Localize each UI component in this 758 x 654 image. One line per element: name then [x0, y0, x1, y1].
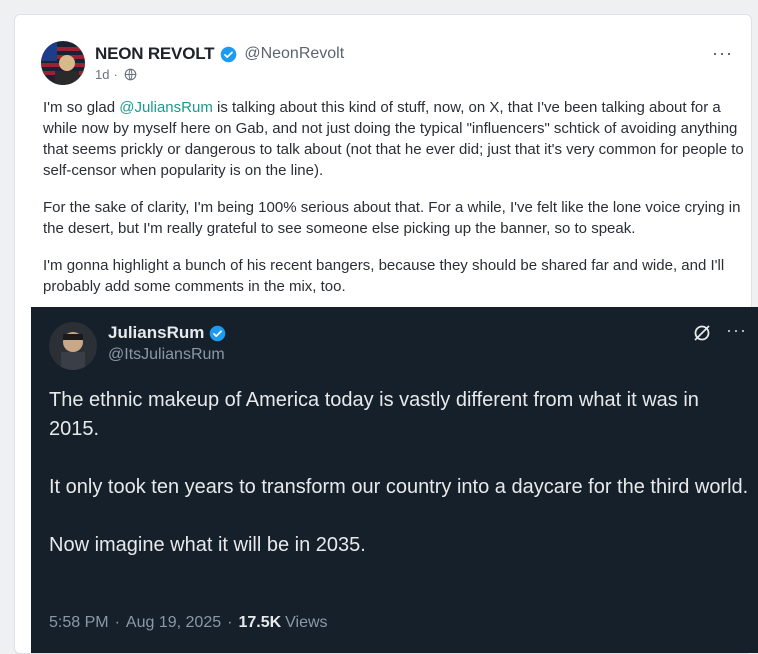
post-paragraph: For the sake of clarity, I'm being 100% …	[43, 199, 741, 237]
embed-views-count: 17.5K	[238, 614, 282, 631]
author-handle[interactable]: @NeonRevolt	[244, 45, 344, 63]
mention-link[interactable]: @JuliansRum	[119, 99, 213, 116]
verified-badge-icon	[221, 46, 237, 62]
embed-paragraph: It only took ten years to transform our …	[49, 476, 749, 498]
grok-icon	[694, 325, 710, 341]
post-paragraph: I'm gonna highlight a bunch of his recen…	[43, 257, 725, 295]
more-options-icon: ···	[726, 320, 747, 340]
embedded-tweet-image[interactable]: JuliansRum @ItsJuliansRum ··· The ethnic…	[31, 307, 758, 653]
embed-display-name: JuliansRum	[108, 323, 205, 342]
embed-meta: 5:58 PM · Aug 19, 2025 · 17.5K Views	[49, 614, 328, 632]
meta-separator: ·	[114, 614, 120, 631]
author-display-name[interactable]: NEON REVOLT	[95, 44, 215, 64]
post-text: I'm so glad	[43, 99, 120, 116]
embed-time: 5:58 PM	[49, 614, 109, 631]
post-card: NEON REVOLT @NeonRevolt 1d · ··· I'm so …	[14, 14, 758, 654]
meta-separator: ·	[113, 67, 118, 82]
author-avatar[interactable]	[41, 41, 85, 85]
globe-icon	[124, 68, 137, 81]
meta-separator: ·	[227, 614, 233, 631]
embed-tweet-text: The ethnic makeup of America today is va…	[49, 386, 749, 589]
post-time[interactable]: 1d	[95, 67, 109, 82]
embed-views-label: Views	[285, 614, 328, 631]
embed-handle: @ItsJuliansRum	[108, 346, 225, 363]
embed-date: Aug 19, 2025	[125, 614, 222, 631]
more-options-icon[interactable]: ···	[712, 44, 733, 62]
post-meta: 1d ·	[95, 67, 137, 82]
post-body: I'm so glad @JuliansRum is talking about…	[43, 97, 755, 313]
verified-badge-icon	[210, 325, 226, 341]
embed-paragraph: Now imagine what it will be in 2035.	[49, 534, 366, 556]
embed-paragraph: The ethnic makeup of America today is va…	[49, 389, 699, 440]
embed-author-avatar	[49, 322, 97, 370]
post-paragraph: I'm so glad @JuliansRum is talking about…	[43, 97, 755, 181]
